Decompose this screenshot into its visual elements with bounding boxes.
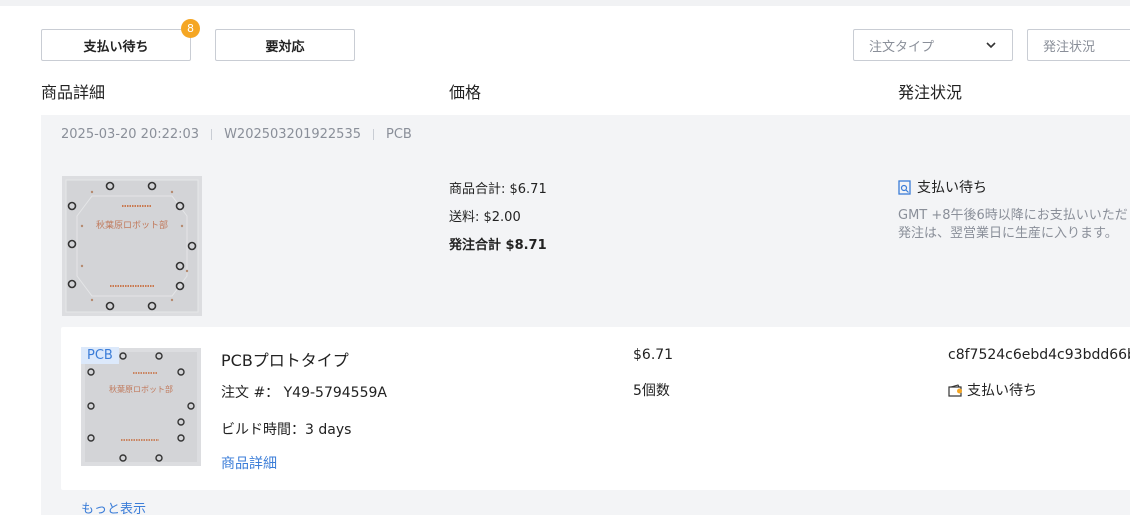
pcb-tag: PCB [81,347,119,364]
payment-note: GMT +8午後6時以降にお支払いいただ 発注は、翌営業日に生産に入ります。 [898,207,1128,243]
action-required-label: 要対応 [265,39,305,55]
product-title: PCBプロトタイプ [221,351,349,370]
column-header-status: 発注状況 [898,83,963,102]
order-date: 2025-03-20 20:22:03 [61,127,200,142]
show-more-link[interactable]: もっと表示 [81,498,146,517]
order-type-select[interactable]: 注文タイプ [853,29,1013,61]
document-search-icon [898,179,911,195]
order-total: 発注合計 $8.71 [449,238,547,253]
shipping-fee: 送料: $2.00 [449,210,521,225]
subtotal: 商品合計: $6.71 [449,182,547,197]
pending-count-badge: 8 [181,19,200,38]
build-time: ビルド時間：3 days [221,422,352,438]
awaiting-payment-label: 支払い待ち [83,39,149,55]
order-id[interactable]: W202503201922535 [224,127,361,142]
order-type-placeholder: 注文タイプ [869,39,935,55]
order-status: 支払い待ち [898,177,987,197]
item-hash: c8f7524c6ebd4c93bdd66b45 [948,347,1130,363]
order-status-label: 支払い待ち [917,180,987,196]
order-group: 2025-03-20 20:22:03 W202503201922535 PCB… [41,115,1130,517]
order-meta: 2025-03-20 20:22:03 W202503201922535 PCB [61,127,412,142]
order-status-select[interactable]: 発注状況 [1027,29,1130,61]
order-status-placeholder: 発注状況 [1043,39,1096,55]
meta-divider [211,129,213,140]
item-order-number: 注文 #： Y49-5794559A [221,385,387,401]
item-quantity: 5個数 [633,383,670,399]
price-summary: 商品合計: $6.71 送料: $2.00 発注合計 $8.71 [449,176,547,260]
item-status-label: 支払い待ち [967,383,1037,399]
top-divider [0,0,1130,6]
item-status: 支払い待ち [948,380,1037,400]
pcb-board-label: 秋葉原ロボット部 [96,219,168,231]
column-header-product: 商品詳細 [41,83,106,102]
product-details-link[interactable]: 商品詳細 [221,453,277,473]
order-type: PCB [386,127,412,142]
chevron-down-icon [986,42,996,49]
action-required-button[interactable]: 要対応 [215,29,355,61]
awaiting-payment-button[interactable]: 支払い待ち [41,29,191,61]
payment-note-line-1: GMT +8午後6時以降にお支払いいただ [898,208,1128,223]
column-header-price: 価格 [449,83,482,102]
item-price: $6.71 [633,347,674,363]
payment-note-line-2: 発注は、翌営業日に生産に入ります。 [898,226,1118,241]
wallet-icon [948,383,962,397]
pcb-board-image: 秋葉原ロボット部 [62,176,202,316]
pcb-thumbnail[interactable]: 秋葉原ロボット部 [81,348,201,466]
meta-divider [373,129,374,140]
order-item-card: PCB 秋葉原ロボット部 PCBプロトタイプ 注文 #： Y49-5794559… [61,327,1130,490]
pcb-thumbnail-label: 秋葉原ロボット部 [109,384,173,394]
